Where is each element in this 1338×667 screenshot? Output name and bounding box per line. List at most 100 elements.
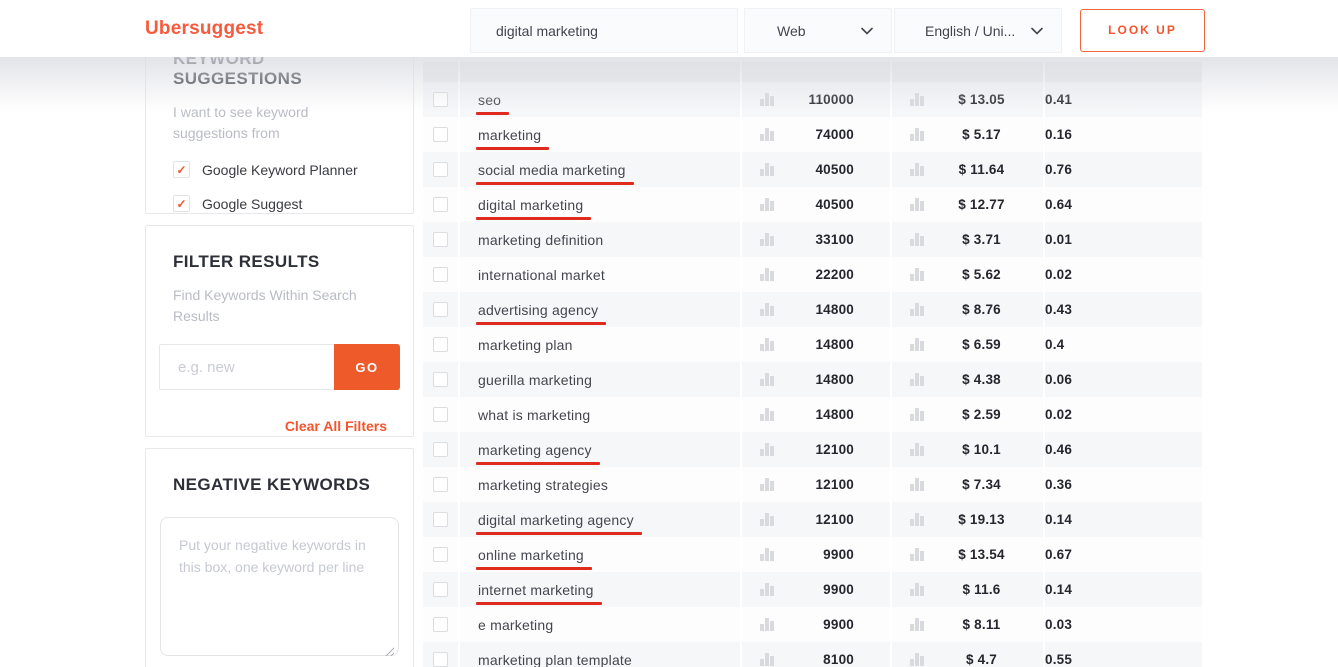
cpc-value: $ 4.38 <box>924 372 1043 387</box>
row-competition-cell: 0.02 <box>1045 257 1202 292</box>
row-checkbox[interactable] <box>433 197 448 212</box>
row-keyword-cell: digital marketing <box>460 187 742 222</box>
row-checkbox[interactable] <box>433 372 448 387</box>
table-row: international market 22200 $ 5.62 0.02 <box>423 257 1202 292</box>
table-row: marketing 74000 $ 5.17 0.16 <box>423 117 1202 152</box>
row-checkbox[interactable] <box>433 232 448 247</box>
keyword-link[interactable]: online marketing <box>478 547 584 563</box>
language-country-select[interactable]: English / Uni... <box>894 8 1062 53</box>
cpc-value: $ 4.7 <box>924 652 1043 667</box>
row-checkbox[interactable] <box>433 582 448 597</box>
row-checkbox[interactable] <box>433 92 448 107</box>
row-competition-cell: 0.14 <box>1045 572 1202 607</box>
keyword-link[interactable]: digital marketing agency <box>478 512 634 528</box>
row-checkbox[interactable] <box>433 267 448 282</box>
checkbox-checked-icon[interactable] <box>173 195 190 212</box>
row-volume-cell: 14800 <box>742 292 892 327</box>
row-competition-cell: 0.03 <box>1045 607 1202 642</box>
row-cpc-cell: $ 2.59 <box>892 397 1045 432</box>
keyword-link[interactable]: marketing plan template <box>478 652 632 667</box>
keyword-link[interactable]: internet marketing <box>478 582 594 598</box>
cpc-value: $ 3.71 <box>924 232 1043 247</box>
negative-keywords-wrap <box>160 517 399 661</box>
row-volume-cell: 8100 <box>742 642 892 667</box>
table-row: e marketing 9900 $ 8.11 0.03 <box>423 607 1202 642</box>
row-competition-cell: 0.14 <box>1045 502 1202 537</box>
row-keyword-cell: marketing plan template <box>460 642 742 667</box>
volume-bars-icon <box>760 408 774 421</box>
source-option-google-suggest[interactable]: Google Suggest <box>173 195 386 212</box>
search-type-select[interactable]: Web <box>744 8 892 53</box>
keyword-link[interactable]: seo <box>478 92 501 108</box>
volume-bars-icon <box>760 478 774 491</box>
keyword-link[interactable]: international market <box>478 267 605 283</box>
row-checkbox[interactable] <box>433 302 448 317</box>
competition-value: 0.55 <box>1045 652 1202 667</box>
cpc-value: $ 12.77 <box>924 197 1043 212</box>
ubersuggest-logo[interactable]: Ubersuggest <box>145 0 263 57</box>
row-cpc-cell: $ 11.6 <box>892 572 1045 607</box>
row-checkbox[interactable] <box>433 442 448 457</box>
volume-bars-icon <box>760 443 774 456</box>
keyword-results-table: seo 110000 $ 13.05 0.41 marketing 7 <box>423 62 1202 667</box>
keyword-search-input[interactable] <box>470 8 738 53</box>
row-keyword-cell: marketing plan <box>460 327 742 362</box>
row-cpc-cell: $ 4.38 <box>892 362 1045 397</box>
row-checkbox-cell <box>423 222 460 257</box>
cpc-bars-icon <box>910 128 924 141</box>
keyword-link[interactable]: marketing strategies <box>478 477 608 493</box>
row-volume-cell: 14800 <box>742 362 892 397</box>
row-volume-cell: 110000 <box>742 82 892 117</box>
row-checkbox-cell <box>423 502 460 537</box>
cpc-bars-icon <box>910 163 924 176</box>
volume-value: 9900 <box>774 547 890 562</box>
row-keyword-cell: internet marketing <box>460 572 742 607</box>
checkbox-checked-icon[interactable] <box>173 161 190 178</box>
keyword-link[interactable]: social media marketing <box>478 162 626 178</box>
filter-results-description: Find Keywords Within Search Results <box>173 285 386 327</box>
table-row: marketing plan 14800 $ 6.59 0.4 <box>423 327 1202 362</box>
row-volume-cell: 12100 <box>742 467 892 502</box>
cpc-bars-icon <box>910 338 924 351</box>
keyword-link[interactable]: guerilla marketing <box>478 372 592 388</box>
volume-value: 40500 <box>774 162 890 177</box>
look-up-button[interactable]: LOOK UP <box>1080 9 1205 52</box>
cpc-value: $ 10.1 <box>924 442 1043 457</box>
keyword-link[interactable]: marketing plan <box>478 337 573 353</box>
negative-keywords-textarea[interactable] <box>160 517 399 656</box>
clear-all-filters-link[interactable]: Clear All Filters <box>173 418 387 434</box>
chevron-down-icon <box>1031 27 1043 35</box>
keyword-link[interactable]: what is marketing <box>478 407 590 423</box>
keyword-link[interactable]: marketing <box>478 127 541 143</box>
row-volume-cell: 14800 <box>742 327 892 362</box>
keyword-link[interactable]: e marketing <box>478 617 553 633</box>
keyword-link[interactable]: marketing definition <box>478 232 603 248</box>
keyword-link[interactable]: digital marketing <box>478 197 583 213</box>
row-keyword-cell: marketing definition <box>460 222 742 257</box>
volume-value: 14800 <box>774 302 890 317</box>
row-checkbox[interactable] <box>433 477 448 492</box>
row-checkbox[interactable] <box>433 512 448 527</box>
row-checkbox[interactable] <box>433 162 448 177</box>
keyword-link[interactable]: marketing agency <box>478 442 592 458</box>
keyword-link[interactable]: advertising agency <box>478 302 598 318</box>
volume-bars-icon <box>760 198 774 211</box>
row-keyword-cell: online marketing <box>460 537 742 572</box>
filter-keyword-input[interactable] <box>159 344 334 390</box>
filter-results-title: FILTER RESULTS <box>173 252 386 272</box>
cpc-bars-icon <box>910 618 924 631</box>
row-checkbox[interactable] <box>433 407 448 422</box>
row-checkbox[interactable] <box>433 547 448 562</box>
cpc-value: $ 13.54 <box>924 547 1043 562</box>
ubersuggest-page: KEYWORD SUGGESTIONS I want to see keywor… <box>0 0 1338 667</box>
cpc-value: $ 11.64 <box>924 162 1043 177</box>
row-competition-cell: 0.67 <box>1045 537 1202 572</box>
row-checkbox[interactable] <box>433 617 448 632</box>
source-option-google-keyword-planner[interactable]: Google Keyword Planner <box>173 161 386 178</box>
row-checkbox[interactable] <box>433 652 448 667</box>
go-button[interactable]: GO <box>334 344 400 390</box>
row-checkbox[interactable] <box>433 127 448 142</box>
cpc-bars-icon <box>910 303 924 316</box>
row-checkbox[interactable] <box>433 337 448 352</box>
table-row: marketing strategies 12100 $ 7.34 0.36 <box>423 467 1202 502</box>
